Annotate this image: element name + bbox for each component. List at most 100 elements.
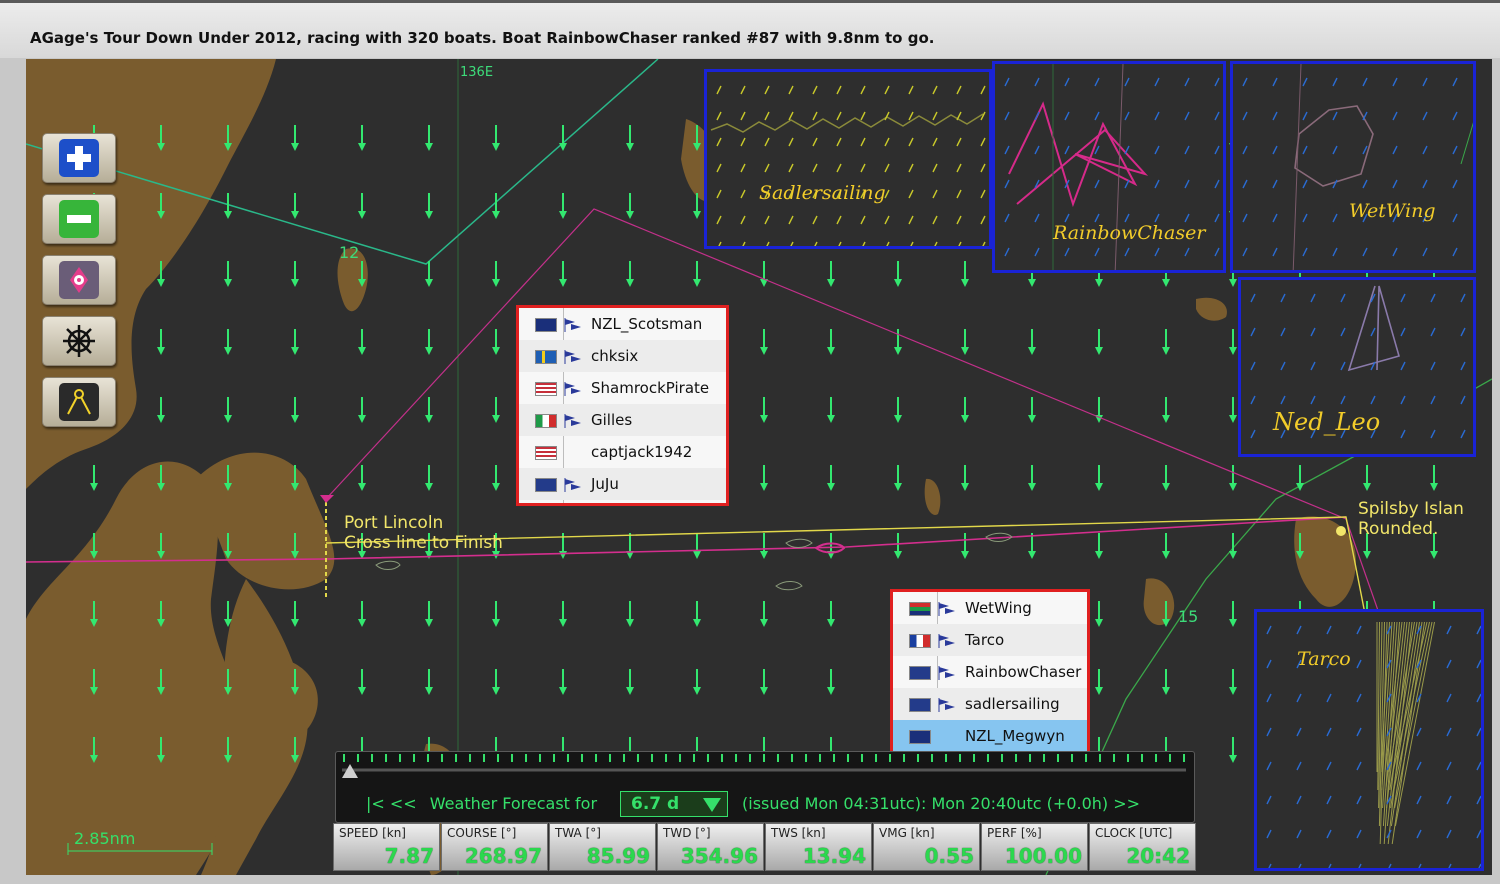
wind-arrow-icon [827, 465, 835, 491]
wind-tick-icon [1310, 395, 1316, 405]
boat-list-item[interactable]: WetWing [893, 592, 1087, 624]
wind-arrow-icon [425, 125, 433, 151]
wind-tick-icon [1296, 761, 1302, 771]
wind-tick-icon [1326, 625, 1332, 635]
nav-back-buttons[interactable]: |< << [366, 794, 417, 813]
wind-arrow-icon [961, 465, 969, 491]
wind-tick-icon [1034, 77, 1040, 87]
wind-tick-icon [1154, 77, 1160, 87]
wind-tick-icon [1326, 727, 1332, 737]
wind-tick-icon [1422, 145, 1428, 155]
forecast-dropdown[interactable]: 6.7 d [620, 791, 728, 817]
wind-tick-icon [1416, 829, 1422, 839]
wind-tick-icon [716, 163, 722, 173]
wind-arrow-icon [1162, 533, 1170, 559]
wind-tick-icon [1296, 829, 1302, 839]
wind-tick-icon [1310, 293, 1316, 303]
helm-button[interactable] [42, 316, 116, 366]
waypoint-button[interactable] [42, 377, 116, 427]
boat-list-item[interactable]: RainbowChaser [893, 656, 1087, 688]
timeline-slider[interactable] [336, 752, 1194, 782]
wind-arrow-icon [492, 261, 500, 287]
wind-tick-icon [764, 111, 770, 121]
center-boat-button[interactable] [42, 255, 116, 305]
stat-value: 13.94 [802, 844, 866, 868]
wind-tick-icon [932, 85, 938, 95]
stat-vmg: VMG [kn] 0.55 [873, 823, 980, 871]
wind-tick-icon [1452, 247, 1458, 257]
wind-tick-icon [1214, 145, 1220, 155]
zoom-out-button[interactable] [42, 194, 116, 244]
boat-list-item[interactable]: Tarco [893, 624, 1087, 656]
wind-tick-icon [1214, 247, 1220, 257]
wind-tick-icon [1280, 293, 1286, 303]
zoom-in-button[interactable] [42, 133, 116, 183]
wind-arrow-icon [693, 601, 701, 627]
wind-tick-icon [1476, 659, 1481, 669]
boat-list-item[interactable]: chksix [519, 340, 726, 372]
wind-arrow-icon [559, 601, 567, 627]
wind-tick-icon [1266, 625, 1272, 635]
boat-name: JuJu [591, 475, 619, 493]
wind-arrow-icon [425, 465, 433, 491]
boat-list-item[interactable]: NZL_Scotsman [519, 308, 726, 340]
boat-list-popup-bottom[interactable]: WetWing Tarco RainbowChaser sadlersailing NZ… [890, 589, 1090, 752]
wind-tick-icon [1476, 761, 1481, 771]
thumb-nedleo[interactable]: Ned_Leo [1238, 277, 1476, 457]
race-status-text: AGage's Tour Down Under 2012, racing wit… [30, 29, 935, 47]
wind-tick-icon [1362, 77, 1368, 87]
thumb-rainbowchaser[interactable]: RainbowChaser [992, 61, 1226, 273]
wind-tick-icon [932, 215, 938, 225]
wind-arrow-icon [358, 329, 366, 355]
wind-tick-icon [1356, 761, 1362, 771]
wind-arrow-icon [358, 397, 366, 423]
forecast-nav-back[interactable]: |< << Weather Forecast for [366, 794, 597, 813]
wind-tick-icon [716, 111, 722, 121]
wind-tick-icon [1064, 247, 1070, 257]
wind-arrow-icon [1028, 533, 1036, 559]
wind-arrow-icon [492, 329, 500, 355]
wind-arrow-icon [1028, 465, 1036, 491]
wind-tick-icon [980, 85, 986, 95]
boat-list-item[interactable]: sadlersailing [893, 688, 1087, 720]
wind-tick-icon [1184, 247, 1190, 257]
boat-list-item[interactable]: Gilles [519, 404, 726, 436]
thumb-sadlersailing[interactable]: Sadlersailing [704, 69, 992, 249]
wind-tick-icon [1004, 213, 1010, 223]
stat-value: 100.00 [1004, 844, 1082, 868]
wind-tick-icon [1064, 145, 1070, 155]
thumb-wetwing[interactable]: WetWing [1230, 61, 1476, 273]
wind-tick-icon [908, 163, 914, 173]
wind-arrow-icon [291, 601, 299, 627]
wind-arrow-icon [1162, 329, 1170, 355]
thumb-name: Tarco [1297, 648, 1351, 670]
forecast-timeline[interactable]: |< << Weather Forecast for 6.7 d (issued… [335, 751, 1195, 823]
stat-twa: TWA [°] 85.99 [549, 823, 656, 871]
wind-arrow-icon [291, 261, 299, 287]
wind-tick-icon [1422, 111, 1428, 121]
wind-tick-icon [812, 85, 818, 95]
boat-list-item[interactable]: ShamrockPirate [519, 372, 726, 404]
wind-tick-icon [1184, 77, 1190, 87]
forecast-issued-text: (issued Mon 04:31utc): Mon 20:40utc (+0.… [742, 794, 1141, 813]
race-map[interactable]: 136E 12 15 Port Lincoln Cross line to Fi… [26, 59, 1492, 875]
wind-tick-icon [740, 137, 746, 147]
boat-list-item[interactable]: captjack1942 [519, 436, 726, 468]
compass-icon [59, 261, 99, 299]
boat-list-item[interactable]: NZL_Megwyn [893, 720, 1087, 752]
wind-tick-icon [1332, 77, 1338, 87]
wind-tick-icon [1448, 863, 1452, 868]
wind-arrow-icon [1095, 397, 1103, 423]
boat-list-popup-top[interactable]: NZL_Scotsman chksix ShamrockPirate Gilles ca… [516, 305, 729, 506]
wind-tick-icon [1422, 247, 1428, 257]
wind-tick-icon [1154, 145, 1160, 155]
wind-tick-icon [1094, 179, 1100, 189]
thumb-tarco[interactable]: Tarco [1254, 609, 1484, 871]
wind-tick-icon [1184, 213, 1190, 223]
wind-tick-icon [740, 215, 746, 225]
wind-tick-icon [740, 189, 746, 199]
boat-list-item[interactable]: JuJu [519, 468, 726, 500]
wind-arrow-icon [894, 397, 902, 423]
wind-tick-icon [718, 241, 722, 246]
wind-tick-icon [1422, 77, 1428, 87]
